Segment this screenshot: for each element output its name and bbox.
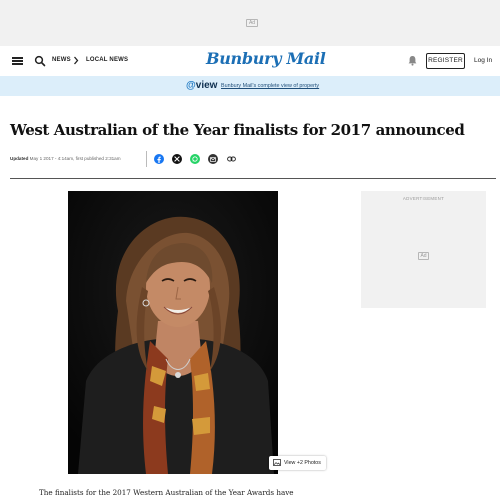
- x-icon[interactable]: [172, 154, 182, 164]
- ad-badge: Ad: [246, 19, 258, 27]
- facebook-icon[interactable]: [154, 154, 164, 164]
- timestamp-text: May 1 2017 - 4:14am, first published 2:3…: [28, 156, 121, 161]
- link-icon[interactable]: [226, 154, 236, 164]
- site-logo[interactable]: Bunbury Mail: [206, 49, 326, 68]
- gallery-icon: [273, 459, 281, 466]
- article-timestamp: Updated May 1 2017 - 4:14am, first publi…: [10, 156, 121, 161]
- view-brand-logo: @view: [186, 80, 218, 91]
- login-link[interactable]: Log In: [474, 57, 492, 64]
- view-photos-label: View +2 Photos: [284, 460, 321, 466]
- bell-icon[interactable]: [408, 55, 417, 66]
- article-headline: West Australian of the Year finalists fo…: [10, 121, 465, 139]
- email-icon[interactable]: [208, 154, 218, 164]
- promo-link[interactable]: Bunbury Mail's complete view of property: [221, 83, 319, 89]
- advertisement-label: ADVERTISEMENT: [402, 196, 445, 201]
- register-button[interactable]: REGISTER: [426, 53, 465, 69]
- updated-label: Updated: [10, 156, 29, 161]
- article-body-text: The finalists for the 2017 Western Austr…: [39, 488, 294, 497]
- nav-news-link[interactable]: NEWS: [52, 57, 71, 63]
- whatsapp-icon[interactable]: [190, 154, 200, 164]
- chevron-right-icon: [74, 56, 79, 65]
- search-icon[interactable]: [34, 55, 46, 67]
- nav-local-news-link[interactable]: LOCAL NEWS: [86, 57, 128, 63]
- meta-divider: [146, 151, 147, 167]
- ad-badge: Ad: [418, 252, 429, 260]
- menu-icon[interactable]: [12, 57, 23, 65]
- sidebar-advertisement[interactable]: [361, 191, 486, 308]
- header-divider: [10, 178, 496, 179]
- article-photo[interactable]: [68, 191, 278, 474]
